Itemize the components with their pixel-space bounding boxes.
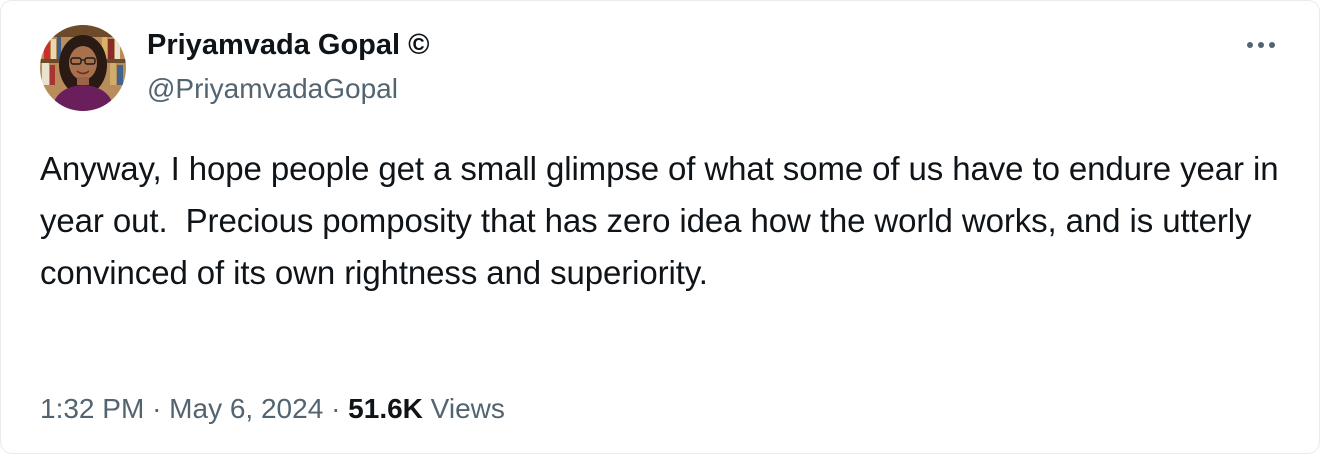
tweet-date[interactable]: May 6, 2024: [169, 393, 323, 424]
author-handle[interactable]: @PriyamvadaGopal: [147, 72, 398, 106]
tweet-text: Anyway, I hope people get a small glimps…: [40, 150, 1288, 291]
views-count[interactable]: 51.6K: [348, 393, 423, 424]
tweet-metadata: 1:32 PM · May 6, 2024 · 51.6K Views: [40, 389, 505, 429]
meta-separator: ·: [331, 393, 341, 424]
views-label: Views: [430, 393, 505, 424]
profile-photo-icon: [40, 25, 126, 111]
author-display-name[interactable]: Priyamvada Gopal ©: [147, 27, 429, 63]
avatar[interactable]: [40, 25, 126, 111]
meta-separator: ·: [152, 393, 162, 424]
tweet-card: Priyamvada Gopal © @PriyamvadaGopal Anyw…: [0, 0, 1320, 454]
more-options-button[interactable]: [1243, 31, 1279, 59]
tweet-time[interactable]: 1:32 PM: [40, 393, 144, 424]
more-horizontal-icon: [1247, 42, 1275, 48]
